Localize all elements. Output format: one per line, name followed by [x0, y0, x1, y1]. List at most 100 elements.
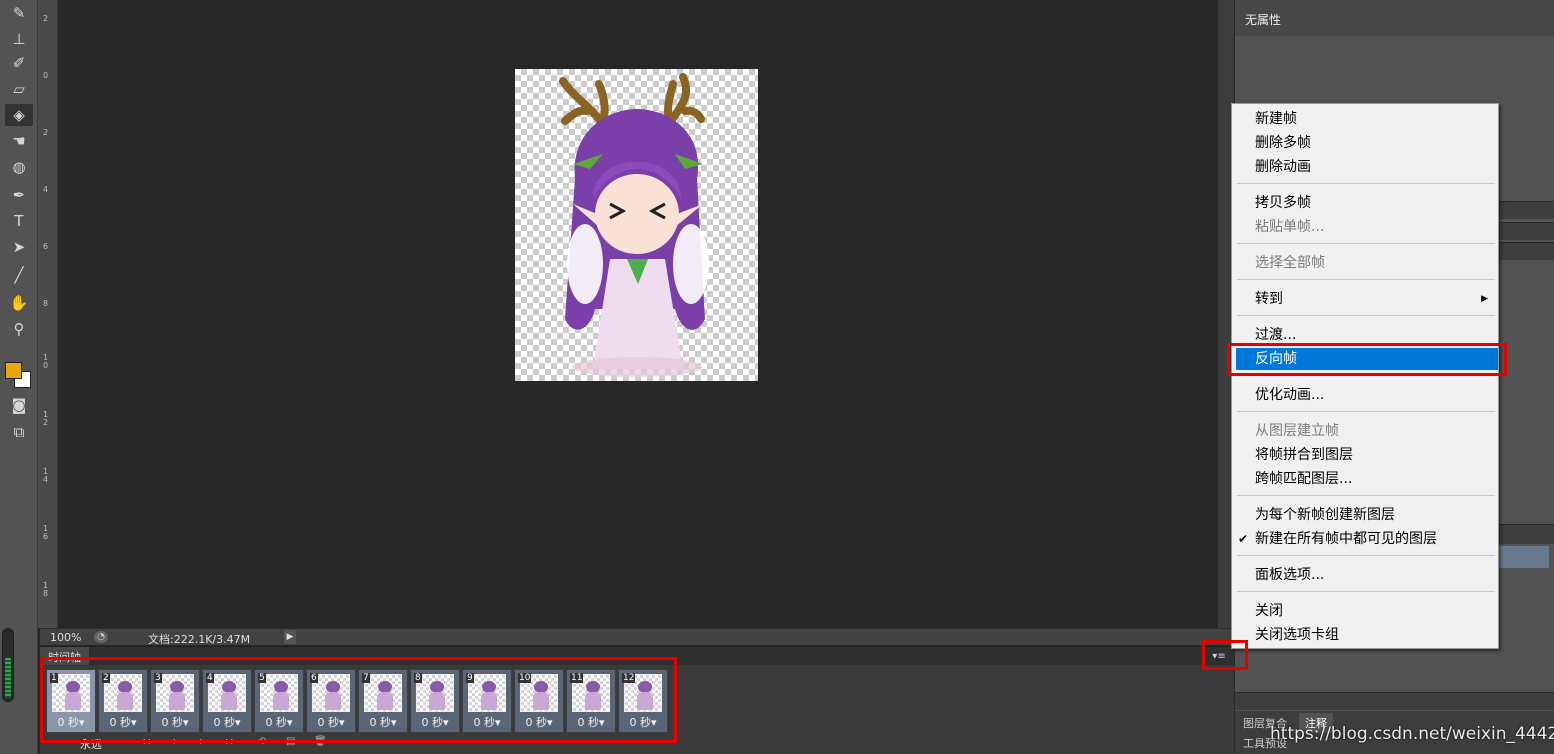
frame-delay-dropdown[interactable]: 0 秒▾	[619, 714, 667, 730]
zoom-level[interactable]: 100%	[50, 631, 81, 644]
frame-delay-dropdown[interactable]: 0 秒▾	[255, 714, 303, 730]
screen-mode-icon[interactable]: ⧉	[5, 421, 33, 443]
animation-frame[interactable]: 3 0 秒▾	[150, 669, 200, 733]
animation-frame[interactable]: 2 0 秒▾	[98, 669, 148, 733]
frame-delay-dropdown[interactable]: 0 秒▾	[47, 714, 95, 730]
tween-icon[interactable]: ⟲	[258, 736, 266, 747]
foreground-color-swatch[interactable]	[5, 362, 22, 379]
frame-delay-dropdown[interactable]: 0 秒▾	[411, 714, 459, 730]
menu-item-reverse-frames[interactable]: 反向帧	[1236, 348, 1498, 370]
canvas-area[interactable]	[58, 0, 1218, 628]
brush-icon[interactable]: ✎	[5, 2, 33, 24]
quick-mask-icon[interactable]: ◙	[5, 394, 33, 416]
frame-number: 1	[50, 673, 58, 683]
menu-item-match-layer-across-frames[interactable]: 跨帧匹配图层...	[1236, 468, 1498, 490]
animation-frame[interactable]: 6 0 秒▾	[306, 669, 356, 733]
status-info-icon[interactable]: ◔	[94, 631, 108, 643]
play-icon[interactable]: ▸	[200, 736, 205, 747]
menu-item-go-to[interactable]: 转到 ▶	[1236, 288, 1498, 310]
character-illustration	[559, 73, 709, 377]
ruler-label: 6	[43, 242, 49, 251]
menu-item-tween[interactable]: 过渡...	[1236, 324, 1498, 346]
menu-separator	[1237, 495, 1495, 496]
history-brush-icon[interactable]: ✐	[5, 52, 33, 74]
frame-delay-dropdown[interactable]: 0 秒▾	[99, 714, 147, 730]
tools-panel: ✎ ⊥ ✐ ▱ ◈ ☚ ◍ ✒ T ➤ ╱ ✋ ⚲ ◙ ⧉	[0, 0, 38, 754]
delete-frame-icon[interactable]: 🗑	[314, 736, 327, 747]
zoom-icon[interactable]: ⚲	[5, 318, 33, 340]
loop-options-dropdown[interactable]: 永远	[80, 736, 102, 752]
line-icon[interactable]: ╱	[5, 264, 33, 286]
frame-number: 5	[258, 673, 266, 683]
frame-delay-dropdown[interactable]: 0 秒▾	[203, 714, 251, 730]
smudge-icon[interactable]: ☚	[5, 130, 33, 152]
watermark-url: https://blog.csdn.net/weixin_44421798_	[1270, 724, 1554, 744]
menu-item-flatten-frames-into-layers[interactable]: 将帧拼合到图层	[1236, 444, 1498, 466]
menu-separator	[1237, 315, 1495, 316]
menu-separator	[1237, 183, 1495, 184]
eraser-icon[interactable]: ▱	[5, 78, 33, 100]
status-menu-arrow-icon[interactable]: ▶	[284, 630, 296, 644]
document-info: 文档:222.1K/3.47M	[148, 633, 251, 646]
frame-delay-dropdown[interactable]: 0 秒▾	[359, 714, 407, 730]
memory-meter-fill	[5, 657, 11, 698]
menu-item-panel-options[interactable]: 面板选项...	[1236, 564, 1498, 586]
type-icon[interactable]: T	[5, 210, 33, 232]
frame-delay-dropdown[interactable]: 0 秒▾	[151, 714, 199, 730]
animation-frame[interactable]: 9 0 秒▾	[462, 669, 512, 733]
hand-icon[interactable]: ✋	[5, 292, 33, 314]
menu-item-optimize-animation[interactable]: 优化动画...	[1236, 384, 1498, 406]
animation-frame[interactable]: 5 0 秒▾	[254, 669, 304, 733]
menu-separator	[1237, 279, 1495, 280]
menu-item-copy-frames[interactable]: 拷贝多帧	[1236, 192, 1498, 214]
menu-item-delete-frames[interactable]: 删除多帧	[1236, 132, 1498, 154]
selected-layer-row[interactable]	[1497, 546, 1549, 568]
submenu-arrow-icon: ▶	[1481, 294, 1488, 304]
animation-frame[interactable]: 1 0 秒▾	[46, 669, 96, 733]
frame-number: 11	[570, 673, 584, 683]
frame-delay-dropdown[interactable]: 0 秒▾	[567, 714, 615, 730]
duplicate-frame-icon[interactable]: ▤	[286, 736, 295, 747]
menu-separator	[1237, 555, 1495, 556]
frame-number: 7	[362, 673, 370, 683]
frame-delay-dropdown[interactable]: 0 秒▾	[307, 714, 355, 730]
menu-separator	[1237, 375, 1495, 376]
timeline-header: 时间轴 ▾≡	[40, 647, 1234, 665]
menu-item-new-frame[interactable]: 新建帧	[1236, 108, 1498, 130]
animation-frame[interactable]: 8 0 秒▾	[410, 669, 460, 733]
path-select-icon[interactable]: ➤	[5, 236, 33, 258]
menu-item-delete-animation[interactable]: 删除动画	[1236, 156, 1498, 178]
frame-number: 2	[102, 673, 110, 683]
animation-frame[interactable]: 12 0 秒▾	[618, 669, 668, 733]
frame-strip: 1 0 秒▾ 2 0 秒▾ 3 0 秒▾ 4 0 秒▾ 5 0 秒▾ 6 0 秒▾ 7 0 秒…	[46, 669, 670, 733]
ruler-label: 12	[43, 410, 49, 427]
ruler-label: 10	[43, 353, 49, 370]
menu-item-close-tab-group[interactable]: 关闭选项卡组	[1236, 624, 1498, 646]
tab-timeline[interactable]: 时间轴	[40, 647, 89, 665]
next-frame-icon[interactable]: ▸▸	[226, 736, 236, 747]
animation-frame[interactable]: 10 0 秒▾	[514, 669, 564, 733]
ruler-label: 16	[43, 524, 49, 541]
pen-icon[interactable]: ✒	[5, 184, 33, 206]
animation-frame[interactable]: 11 0 秒▾	[566, 669, 616, 733]
panel-footer-strip	[1235, 692, 1554, 710]
menu-item-create-new-layer-per-frame[interactable]: 为每个新帧创建新图层	[1236, 504, 1498, 526]
frame-number: 3	[154, 673, 162, 683]
menu-item-close[interactable]: 关闭	[1236, 600, 1498, 622]
paint-bucket-icon[interactable]: ◈	[5, 104, 33, 126]
frame-delay-dropdown[interactable]: 0 秒▾	[463, 714, 511, 730]
menu-item-new-layers-visible-all-frames[interactable]: ✔ 新建在所有帧中都可见的图层	[1236, 528, 1498, 550]
document-canvas[interactable]	[515, 69, 758, 381]
timeline-panel-menu-button[interactable]: ▾≡	[1210, 650, 1228, 663]
animation-frame[interactable]: 4 0 秒▾	[202, 669, 252, 733]
frame-number: 8	[414, 673, 422, 683]
animation-frame[interactable]: 7 0 秒▾	[358, 669, 408, 733]
stamp-icon[interactable]: ⊥	[5, 28, 33, 50]
sponge-icon[interactable]: ◍	[5, 156, 33, 178]
first-frame-icon[interactable]: ◂◂	[140, 736, 150, 747]
frame-number: 6	[310, 673, 318, 683]
memory-meter	[2, 628, 14, 702]
frame-delay-dropdown[interactable]: 0 秒▾	[515, 714, 563, 730]
previous-frame-icon[interactable]: ◂	[170, 736, 175, 747]
menu-separator	[1237, 411, 1495, 412]
